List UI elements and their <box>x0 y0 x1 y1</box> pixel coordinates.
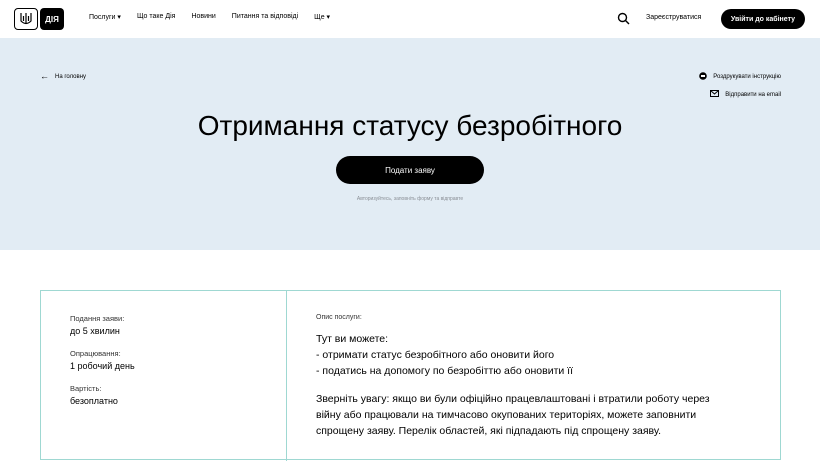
search-icon[interactable] <box>617 12 630 25</box>
printer-icon <box>699 72 708 82</box>
notice-line[interactable]: спрощену заяву. Перелік областей, які пі… <box>316 423 766 439</box>
description-line: - отримати статус безробітного або онови… <box>316 349 555 361</box>
login-button[interactable]: Увійти до кабінету <box>721 9 805 29</box>
trident-icon <box>14 8 38 30</box>
nav-faq[interactable]: Питання та відповіді <box>232 13 298 21</box>
top-header: ДІЯ Послуги ▾ Що таке Дія Новини Питання… <box>0 0 820 38</box>
nav-what-is-diia[interactable]: Що таке Дія <box>137 13 176 21</box>
description-label: Опис послуги: <box>316 314 362 321</box>
service-meta: Подання заяви: до 5 хвилин Опрацювання: … <box>70 314 135 419</box>
main-nav: Послуги ▾ Що таке Дія Новини Питання та … <box>89 13 346 21</box>
service-info-card: Подання заяви: до 5 хвилин Опрацювання: … <box>40 290 781 461</box>
nav-more[interactable]: Ще ▾ <box>314 13 330 21</box>
description-line: Тут ви можете: <box>316 333 389 345</box>
card-divider <box>286 291 287 461</box>
email-label: Відправити на email <box>725 91 781 98</box>
cost-value: безоплатно <box>70 396 118 406</box>
notice-line: Зверніть увагу: якщо ви були офіційно пр… <box>316 393 710 405</box>
page-title: Отримання статусу безробітного <box>197 110 623 141</box>
submission-time-value: до 5 хвилин <box>70 326 120 336</box>
print-label: Роздрукувати інструкцію <box>713 74 781 80</box>
nav-news[interactable]: Новини <box>191 13 215 21</box>
cost-label: Вартість: <box>70 384 102 393</box>
submission-time-label: Подання заяви: <box>70 314 125 323</box>
service-description: Опис послуги: Тут ви можете: - отримати … <box>316 314 766 439</box>
description-line: - податись на допомогу по безробіттю або… <box>316 365 574 377</box>
send-email-link[interactable]: Відправити на email <box>699 90 781 99</box>
logo[interactable]: ДІЯ <box>14 8 64 30</box>
nav-services[interactable]: Послуги ▾ <box>89 13 121 21</box>
back-link-label: На головну <box>55 73 87 80</box>
register-link[interactable]: Зареєструватися <box>646 14 701 21</box>
mail-icon <box>710 90 720 99</box>
apply-hint: Авторизуйтесь, заповніть форму та відпра… <box>356 196 464 202</box>
submit-application-button[interactable]: Подати заяву <box>336 156 484 184</box>
back-link[interactable]: ← На головну <box>40 72 86 81</box>
processing-label: Опрацювання: <box>70 349 121 358</box>
diia-logo-text: ДІЯ <box>40 8 64 30</box>
page-actions: Роздрукувати інструкцію Відправити на em… <box>699 72 781 107</box>
notice-line: війну або працювали на тимчасово окупова… <box>316 409 697 421</box>
hero-section: ← На головну Роздрукувати інструкцію Від… <box>0 38 820 250</box>
processing-value: 1 робочий день <box>70 361 135 371</box>
print-instructions-link[interactable]: Роздрукувати інструкцію <box>699 72 781 82</box>
arrow-left-icon: ← <box>40 71 49 81</box>
